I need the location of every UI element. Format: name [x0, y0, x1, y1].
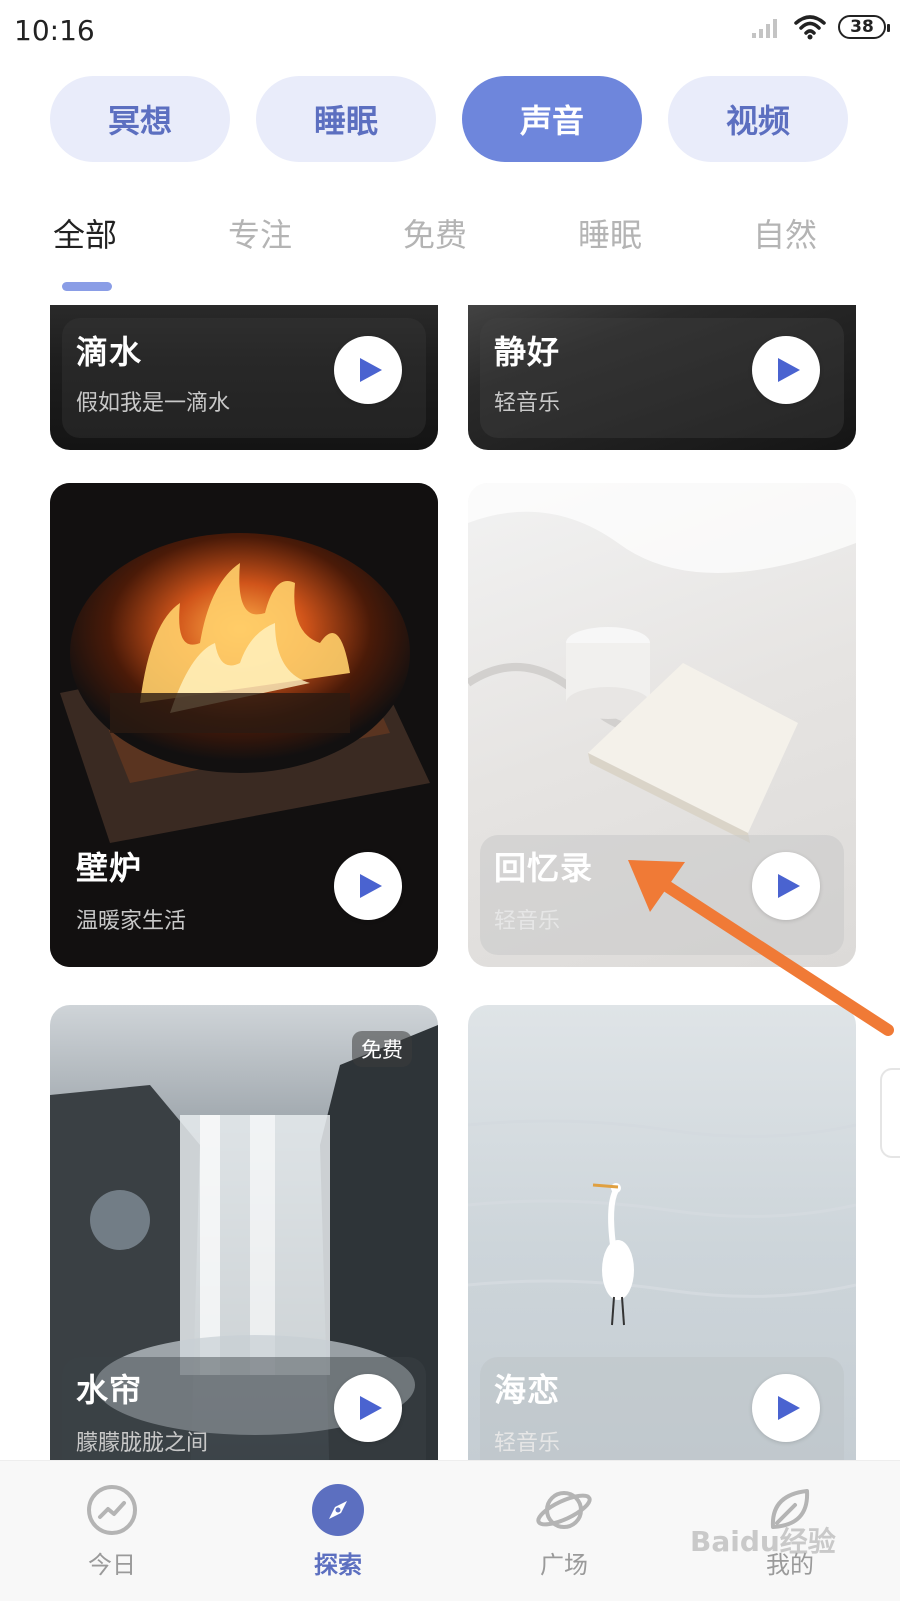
- subtab-free[interactable]: 免费: [403, 210, 467, 256]
- play-button[interactable]: [334, 852, 402, 920]
- play-button[interactable]: [752, 336, 820, 404]
- planet-icon: [536, 1491, 592, 1529]
- subtab-all[interactable]: 全部: [53, 210, 117, 256]
- side-handle[interactable]: [880, 1068, 900, 1158]
- card-subtitle: 假如我是一滴水: [76, 391, 231, 416]
- status-icons: 38: [750, 14, 890, 40]
- sound-card-waterfall[interactable]: 免费 水帘 朦朦胧胧之间: [50, 1005, 438, 1460]
- card-subtitle: 轻音乐: [494, 1431, 561, 1456]
- tab-sound[interactable]: 声音: [462, 76, 642, 162]
- play-button[interactable]: [752, 1374, 820, 1442]
- card-subtitle: 朦朦胧胧之间: [76, 1431, 209, 1456]
- card-title: 回忆录: [494, 849, 594, 887]
- wifi-icon: [794, 15, 826, 40]
- sound-grid: 滴水 假如我是一滴水 静好 轻音乐 壁炉 温暖家生活 回忆录 轻音乐 免费 水帘…: [0, 305, 900, 1460]
- active-tab-indicator: [62, 282, 112, 291]
- status-time: 10:16: [14, 14, 95, 47]
- sound-card-memoir[interactable]: 回忆录 轻音乐: [468, 483, 856, 967]
- play-icon: [360, 1396, 382, 1420]
- nav-explore[interactable]: 探索: [278, 1483, 398, 1580]
- card-subtitle: 轻音乐: [494, 391, 561, 416]
- battery-icon: 38: [838, 15, 890, 39]
- signal-icon: [752, 19, 777, 38]
- subtab-focus[interactable]: 专注: [228, 210, 292, 256]
- play-icon: [360, 874, 382, 898]
- play-button[interactable]: [334, 1374, 402, 1442]
- tab-video[interactable]: 视频: [668, 76, 848, 162]
- watermark: Baidu经验: [690, 1525, 836, 1558]
- nav-label: 今日: [88, 1551, 136, 1579]
- sound-card-sea-love[interactable]: 海恋 轻音乐: [468, 1005, 856, 1460]
- category-tabs: 冥想 睡眠 声音 视频: [50, 76, 850, 162]
- sound-card-serenity[interactable]: 静好 轻音乐: [468, 305, 856, 450]
- sound-card-dripping-water[interactable]: 滴水 假如我是一滴水: [50, 305, 438, 450]
- status-bar: 10:16 38: [0, 0, 900, 62]
- play-icon: [360, 358, 382, 382]
- tab-meditation[interactable]: 冥想: [50, 76, 230, 162]
- free-badge: 免费: [352, 1031, 412, 1067]
- nav-label: 探索: [314, 1551, 362, 1579]
- subtab-nature[interactable]: 自然: [753, 210, 817, 256]
- card-subtitle: 轻音乐: [494, 909, 561, 934]
- card-title: 水帘: [76, 1371, 143, 1409]
- play-icon: [778, 1396, 800, 1420]
- nav-label: 广场: [540, 1551, 588, 1579]
- compass-icon: [312, 1484, 364, 1536]
- card-title: 壁炉: [76, 849, 143, 887]
- card-title: 静好: [494, 333, 561, 371]
- nav-today[interactable]: 今日: [52, 1483, 172, 1580]
- card-title: 滴水: [76, 333, 143, 371]
- play-button[interactable]: [752, 852, 820, 920]
- tab-sleep[interactable]: 睡眠: [256, 76, 436, 162]
- trend-icon: [87, 1485, 137, 1535]
- play-icon: [778, 358, 800, 382]
- nav-plaza[interactable]: 广场: [504, 1483, 624, 1580]
- play-button[interactable]: [334, 336, 402, 404]
- subtab-sleep[interactable]: 睡眠: [578, 210, 642, 256]
- sub-tabs: 全部 专注 免费 睡眠 自然: [0, 210, 900, 270]
- sound-card-fireplace[interactable]: 壁炉 温暖家生活: [50, 483, 438, 967]
- card-title: 海恋: [494, 1371, 561, 1409]
- card-subtitle: 温暖家生活: [76, 909, 187, 934]
- play-icon: [778, 874, 800, 898]
